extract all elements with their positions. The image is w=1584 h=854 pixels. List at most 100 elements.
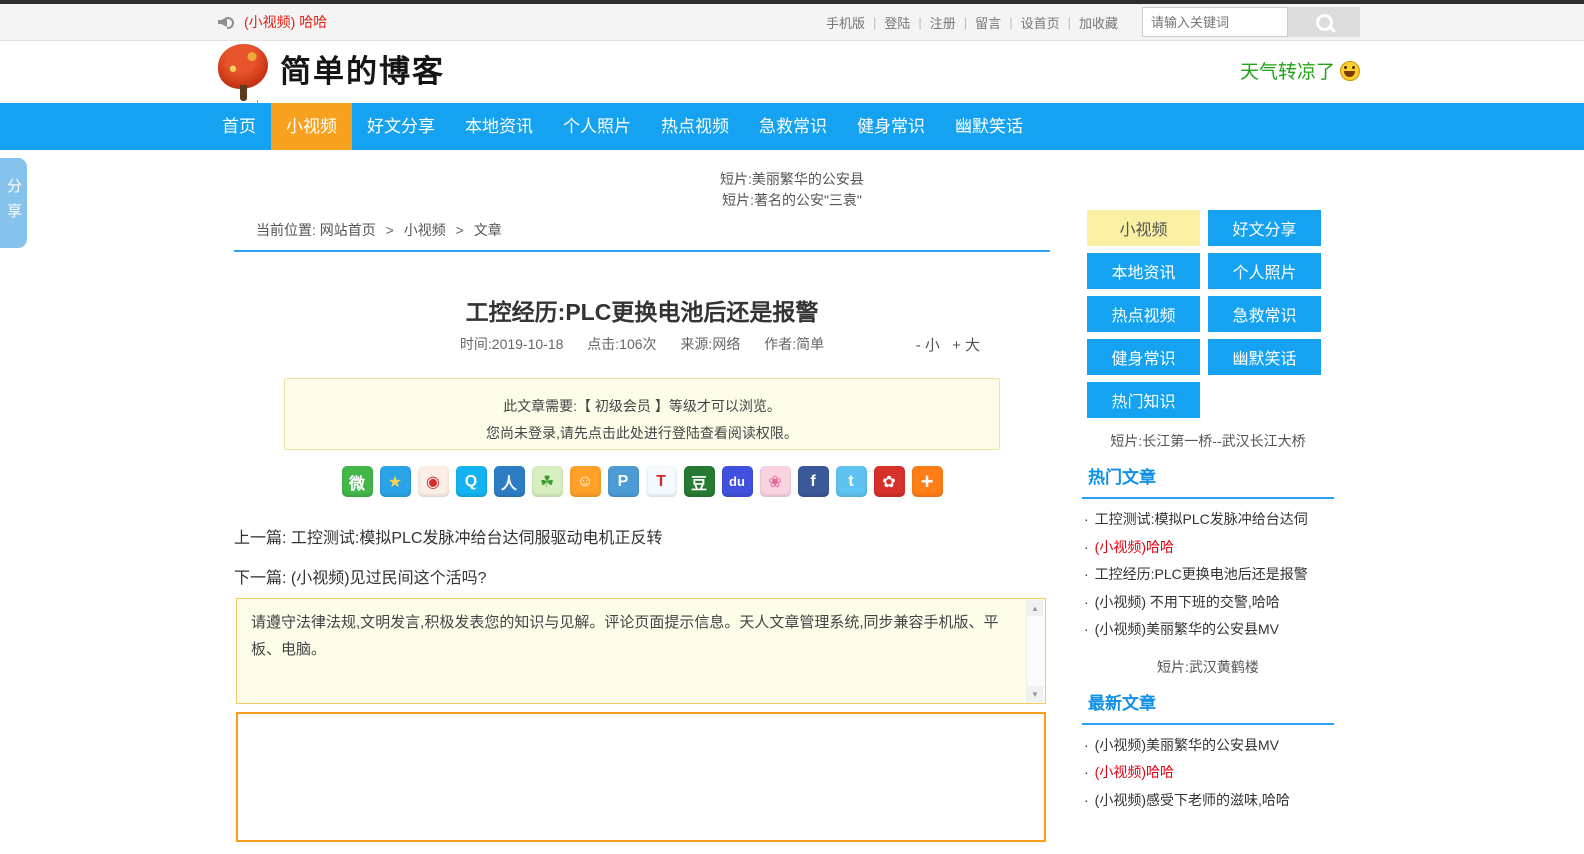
qzone-share-icon[interactable]: ★ [380, 466, 411, 497]
facebook-share-icon[interactable]: f [798, 466, 829, 497]
announcement-line[interactable]: 短片:美丽繁华的公安县 [0, 169, 1584, 190]
meta-time: 时间:2019-10-18 [460, 336, 564, 352]
list-bullet: · [1084, 594, 1089, 610]
sidebar-item-hot-knowledge[interactable]: 热门知识 [1087, 382, 1200, 418]
latest-article-item[interactable]: ·(小视频)哈哈 [1082, 759, 1334, 787]
list-bullet: · [1084, 511, 1089, 527]
prev-article-line: 上一篇: 工控测试:模拟PLC发脉冲给台达伺服驱动电机正反转 [234, 524, 662, 548]
topbar-link-favorite[interactable]: 加收藏 [1071, 13, 1126, 32]
site-title: 简单的博客 [280, 43, 445, 101]
nav-item-short-video[interactable]: 小视频 [271, 103, 352, 150]
scroll-up-arrow-icon[interactable]: ▲ [1027, 600, 1043, 616]
douban-share-icon[interactable]: 豆 [684, 466, 715, 497]
sidebar-item-photos[interactable]: 个人照片 [1208, 253, 1321, 289]
more-share-icon[interactable]: + [912, 466, 943, 497]
sidebar-item-jokes[interactable]: 幽默笑话 [1208, 339, 1321, 375]
hot-article-item[interactable]: ·工控经历:PLC更换电池后还是报警 [1082, 561, 1334, 589]
sidebar-item-local-news[interactable]: 本地资讯 [1087, 253, 1200, 289]
twitter-share-icon[interactable]: t [836, 466, 867, 497]
kaixin-share-icon[interactable]: ☘ [532, 466, 563, 497]
hot-article-item[interactable]: ·(小视频)美丽繁华的公安县MV [1082, 616, 1334, 644]
hot-article-item[interactable]: ·(小视频) 不用下班的交警,哈哈 [1082, 589, 1334, 617]
sidebar-clip-title[interactable]: 短片:长江第一桥--武汉长江大桥 [1082, 431, 1334, 452]
wechat-share-icon[interactable]: 微 [342, 466, 373, 497]
latest-articles-heading: 最新文章 [1082, 689, 1334, 725]
list-bullet: · [1084, 566, 1089, 582]
next-article-link[interactable]: (小视频)见过民间这个活吗? [291, 570, 487, 587]
topbar-announcement[interactable]: (小视频) 哈哈 [244, 12, 327, 32]
breadcrumb-label: 当前位置: [256, 222, 316, 238]
announcement-line[interactable]: 短片:著名的公安"三袁" [0, 190, 1584, 211]
tieba-share-icon[interactable]: ☺ [570, 466, 601, 497]
search-button[interactable] [1288, 7, 1360, 37]
sidebar-category-buttons: 小视频 好文分享 本地资讯 个人照片 热点视频 急救常识 健身常识 幽默笑话 热… [1082, 210, 1334, 418]
breadcrumb-separator: > [456, 222, 464, 238]
huaban-share-icon[interactable]: ❀ [760, 466, 791, 497]
speaker-icon [218, 15, 234, 29]
topbar-link-message[interactable]: 留言 [967, 13, 1009, 32]
topbar-link-mobile[interactable]: 手机版 [818, 13, 873, 32]
article-title: 工控经历:PLC更换电池后还是报警 [234, 293, 1050, 327]
sidebar-item-short-video[interactable]: 小视频 [1087, 210, 1200, 246]
topbar-link-login[interactable]: 登陆 [876, 13, 918, 32]
nav-item-articles[interactable]: 好文分享 [352, 103, 450, 150]
pengyou-share-icon[interactable]: P [608, 466, 639, 497]
sidebar-item-first-aid[interactable]: 急救常识 [1208, 296, 1321, 332]
topbar-link-sethome[interactable]: 设首页 [1013, 13, 1068, 32]
nav-item-first-aid[interactable]: 急救常识 [744, 103, 842, 150]
hot-article-item[interactable]: ·工控测试:模拟PLC发脉冲给台达伺 [1082, 506, 1334, 534]
latest-article-item[interactable]: ·(小视频)感受下老师的滋味,哈哈 [1082, 787, 1334, 815]
topbar: (小视频) 哈哈 手机版 | 登陆 | 注册 | 留言 | 设首页 | 加收藏 [0, 4, 1584, 41]
qq-share-icon[interactable]: Q [456, 466, 487, 497]
nav-item-jokes[interactable]: 幽默笑话 [940, 103, 1038, 150]
site-header: 简单的博客 天气转凉了 [0, 41, 1584, 103]
topbar-link-register[interactable]: 注册 [922, 13, 964, 32]
comment-input-box[interactable] [236, 712, 1046, 842]
nav-item-local-news[interactable]: 本地资讯 [450, 103, 548, 150]
meta-clicks: 点击:106次 [587, 336, 656, 352]
sidebar-item-articles[interactable]: 好文分享 [1208, 210, 1321, 246]
weibo-share-icon[interactable]: ◉ [418, 466, 449, 497]
tencent-weibo-share-icon[interactable]: T [646, 466, 677, 497]
breadcrumb-page: 文章 [474, 222, 502, 238]
list-bullet: · [1084, 764, 1089, 780]
scroll-down-arrow-icon[interactable]: ▼ [1027, 686, 1043, 702]
breadcrumb-section[interactable]: 小视频 [404, 222, 446, 238]
sidebar: 小视频 好文分享 本地资讯 个人照片 热点视频 急救常识 健身常识 幽默笑话 热… [1082, 210, 1334, 814]
main-column: 当前位置: 网站首页 > 小视频 > 文章 工控经历:PLC更换电池后还是报警 … [234, 214, 1050, 854]
nav-item-home[interactable]: 首页 [207, 103, 271, 150]
nav-item-photos[interactable]: 个人照片 [548, 103, 646, 150]
site-logo[interactable]: 简单的博客 [218, 43, 445, 101]
search-icon [1316, 14, 1333, 31]
latest-article-item[interactable]: ·(小视频)美丽繁华的公安县MV [1082, 732, 1334, 760]
article-meta: 时间:2019-10-18 点击:106次 来源:网络 作者:简单 - 小 + … [234, 334, 1050, 354]
sidebar-item-fitness[interactable]: 健身常识 [1087, 339, 1200, 375]
next-article-line: 下一篇: (小视频)见过民间这个活吗? [234, 564, 486, 588]
nav-item-fitness[interactable]: 健身常识 [842, 103, 940, 150]
nav-item-hot-videos[interactable]: 热点视频 [646, 103, 744, 150]
comment-rules-text: 请遵守法律法规,文明发言,积极发表您的知识与见解。评论页面提示信息。天人文章管理… [237, 599, 1045, 663]
prev-label: 上一篇: [234, 530, 286, 547]
font-resize-controls: - 小 + 大 [908, 334, 980, 355]
baidu-share-icon[interactable]: du [722, 466, 753, 497]
font-smaller-button[interactable]: - 小 [916, 337, 940, 354]
hot-articles-list: ·工控测试:模拟PLC发脉冲给台达伺 ·(小视频)哈哈 ·工控经历:PLC更换电… [1082, 506, 1334, 644]
comment-rules-scrollbar[interactable]: ▲ ▼ [1026, 600, 1044, 702]
comment-rules-box: 请遵守法律法规,文明发言,积极发表您的知识与见解。评论页面提示信息。天人文章管理… [236, 598, 1046, 704]
search-input[interactable] [1142, 7, 1288, 37]
meta-source: 来源:网络 [680, 336, 740, 352]
sidebar-clip-title[interactable]: 短片:武汉黄鹤楼 [1082, 657, 1334, 678]
font-larger-button[interactable]: + 大 [952, 337, 980, 354]
topbar-links: 手机版 | 登陆 | 注册 | 留言 | 设首页 | 加收藏 [818, 13, 1126, 32]
breadcrumb-home[interactable]: 网站首页 [320, 222, 376, 238]
member-notice-login-link[interactable]: 您尚未登录,请先点击此处进行登陆查看阅读权限。 [285, 420, 999, 447]
breadcrumb: 当前位置: 网站首页 > 小视频 > 文章 [234, 220, 1050, 252]
sidebar-item-hot-videos[interactable]: 热点视频 [1087, 296, 1200, 332]
member-notice-line1: 此文章需要:【 初级会员 】等级才可以浏览。 [285, 393, 999, 420]
renmin-share-icon[interactable]: ✿ [874, 466, 905, 497]
latest-articles-list: ·(小视频)美丽繁华的公安县MV ·(小视频)哈哈 ·(小视频)感受下老师的滋味… [1082, 732, 1334, 815]
prev-article-link[interactable]: 工控测试:模拟PLC发脉冲给台达伺服驱动电机正反转 [291, 530, 663, 547]
list-bullet: · [1084, 621, 1089, 637]
renren-share-icon[interactable]: 人 [494, 466, 525, 497]
hot-article-item[interactable]: ·(小视频)哈哈 [1082, 534, 1334, 562]
